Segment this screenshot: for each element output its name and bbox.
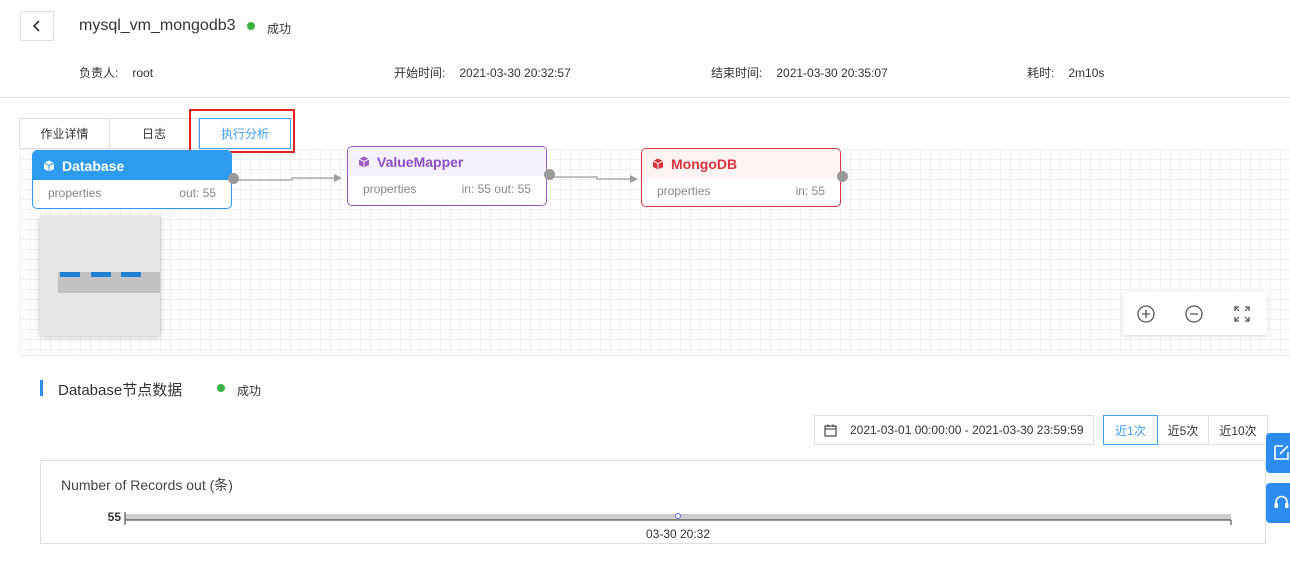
node-output-port[interactable]	[837, 171, 848, 182]
recent-5-button[interactable]: 近5次	[1158, 415, 1209, 445]
node-stats: in: 55 out: 55	[461, 182, 531, 196]
node-stats: out: 55	[179, 186, 216, 200]
zoom-toolbar	[1123, 292, 1267, 335]
node-stats: in: 55	[795, 184, 825, 198]
minimap[interactable]	[40, 216, 160, 336]
node-properties: properties	[48, 186, 102, 200]
node-output-port[interactable]	[544, 169, 555, 180]
zoom-out-icon[interactable]	[1184, 304, 1204, 324]
date-range-value: 2021-03-01 00:00:00 - 2021-03-30 23:59:5…	[850, 423, 1084, 437]
node-title: Database	[62, 157, 125, 174]
node-title: ValueMapper	[377, 153, 464, 170]
records-chart: 55 03-30 20:32	[108, 510, 1232, 541]
date-range-picker[interactable]: 2021-03-01 00:00:00 - 2021-03-30 23:59:5…	[814, 415, 1094, 445]
node-title: MongoDB	[671, 155, 738, 172]
cube-icon	[358, 156, 370, 167]
node-properties: properties	[657, 184, 711, 198]
zoom-in-icon[interactable]	[1136, 304, 1156, 324]
records-chart-panel: Number of Records out (条) 55 03-30 20:32	[40, 460, 1266, 544]
x-tick-label: 03-30 20:32	[646, 527, 710, 541]
section-status: 成功	[237, 384, 262, 398]
recent-1-button[interactable]: 近1次	[1103, 415, 1158, 445]
minimap-node	[121, 272, 141, 277]
section-title: Database节点数据	[58, 382, 183, 399]
recent-10-button[interactable]: 近10次	[1209, 415, 1268, 445]
calendar-icon	[824, 424, 837, 437]
cube-icon	[652, 158, 664, 169]
recent-runs-selector: 近1次 近5次 近10次	[1103, 415, 1268, 445]
section-accent-bar	[40, 380, 43, 396]
node-properties: properties	[363, 182, 417, 196]
edit-icon	[1274, 445, 1289, 460]
side-support-button[interactable]	[1266, 483, 1290, 523]
section-status-dot	[217, 384, 225, 392]
side-edit-button[interactable]	[1266, 433, 1290, 473]
node-mongodb[interactable]: MongoDB properties in: 55	[641, 148, 848, 207]
edge-database-valuemapper	[234, 177, 340, 181]
execution-analysis-page: mysql_vm_mongodb3 成功 负责人: root 开始时间: 2021-…	[0, 0, 1290, 567]
data-point	[675, 513, 681, 519]
node-output-port[interactable]	[228, 173, 239, 184]
y-tick-label: 55	[108, 510, 122, 524]
headset-icon	[1274, 495, 1289, 508]
node-database[interactable]: Database properties out: 55	[32, 150, 239, 209]
node-valuemapper[interactable]: ValueMapper properties in: 55 out: 55	[347, 146, 555, 206]
edge-valuemapper-mongodb	[548, 176, 636, 180]
fullscreen-icon[interactable]	[1232, 304, 1252, 324]
cube-icon	[43, 160, 55, 171]
minimap-node	[60, 272, 80, 277]
minimap-node	[91, 272, 111, 277]
